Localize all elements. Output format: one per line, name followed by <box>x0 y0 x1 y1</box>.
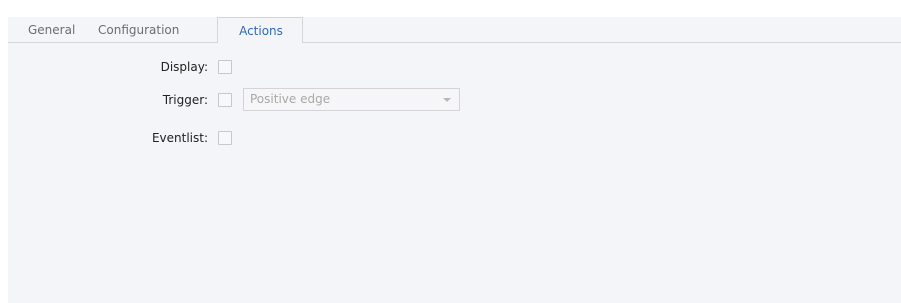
trigger-label: Trigger: <box>162 93 208 107</box>
display-label: Display: <box>160 60 208 74</box>
tab-configuration[interactable]: Configuration <box>98 17 179 42</box>
chevron-down-icon[interactable] <box>443 98 451 102</box>
eventlist-checkbox[interactable] <box>218 131 232 145</box>
actions-panel-frame: General Configuration Actions Display: T… <box>8 17 901 303</box>
trigger-mode-value: Positive edge <box>250 92 331 106</box>
tab-bar: General Configuration Actions <box>8 17 901 43</box>
display-checkbox[interactable] <box>218 60 232 74</box>
tab-bar-separator <box>8 42 901 43</box>
display-row: Display: <box>8 58 901 78</box>
tab-general[interactable]: General <box>28 17 75 42</box>
tab-actions[interactable]: Actions <box>217 17 303 43</box>
trigger-checkbox[interactable] <box>218 93 232 107</box>
trigger-row: Trigger: Positive edge <box>8 88 901 111</box>
eventlist-row: Eventlist: <box>8 129 901 149</box>
trigger-mode-dropdown[interactable]: Positive edge <box>243 88 460 111</box>
eventlist-label: Eventlist: <box>151 131 208 145</box>
